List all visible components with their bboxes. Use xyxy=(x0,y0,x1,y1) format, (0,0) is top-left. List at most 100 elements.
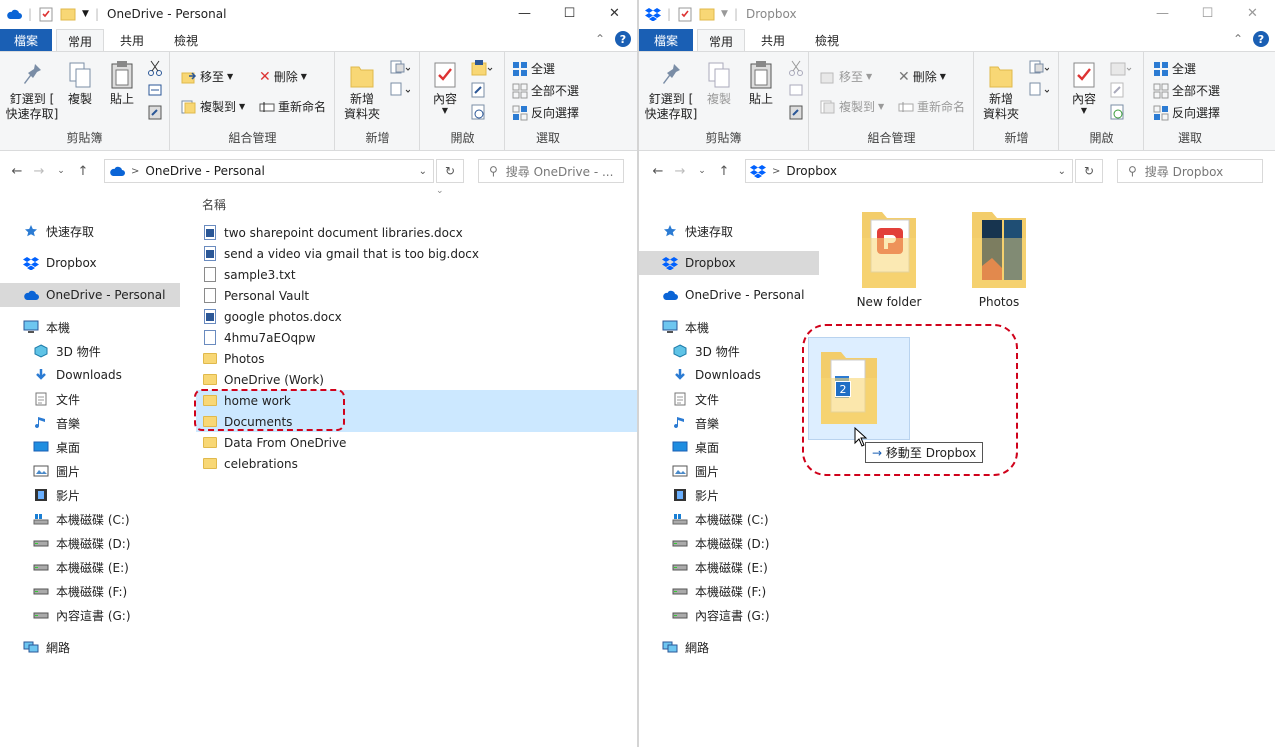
folder-tile[interactable]: Photos xyxy=(949,208,1049,309)
address-dropdown-icon[interactable]: ⌄ xyxy=(1058,166,1066,177)
nav-item[interactable]: 內容這書 (G:) xyxy=(639,603,819,627)
copy-to-button[interactable]: 複製到 ▼ xyxy=(820,98,884,115)
nav-item[interactable]: 本機磁碟 (F:) xyxy=(0,579,180,603)
nav-item[interactable]: 本機磁碟 (C:) xyxy=(639,507,819,531)
invert-selection-button[interactable]: 反向選擇 xyxy=(1153,104,1220,121)
new-folder-button[interactable]: 新增 資料夾 xyxy=(340,58,384,122)
up-button[interactable]: ↑ xyxy=(713,164,735,179)
copy-to-button[interactable]: 複製到 ▼ xyxy=(181,98,245,115)
minimize-button[interactable]: — xyxy=(1140,0,1185,27)
nav-item[interactable]: 桌面 xyxy=(639,435,819,459)
easy-access-icon[interactable] xyxy=(390,82,410,98)
file-row[interactable]: 4hmu7aEOqpw xyxy=(196,327,637,348)
properties-button[interactable]: 內容 ▼ xyxy=(1064,58,1104,115)
file-row[interactable]: sample3.txt xyxy=(196,264,637,285)
rename-button[interactable]: 重新命名 xyxy=(898,98,965,115)
file-row[interactable]: Personal Vault xyxy=(196,285,637,306)
minimize-button[interactable]: — xyxy=(502,0,547,27)
copy-path-icon[interactable] xyxy=(789,84,803,96)
nav-item[interactable]: 快速存取 xyxy=(639,219,819,243)
nav-item[interactable]: 音樂 xyxy=(639,411,819,435)
back-button[interactable]: ← xyxy=(6,164,28,179)
select-all-button[interactable]: 全選 xyxy=(1153,60,1196,77)
new-item-icon[interactable] xyxy=(390,60,410,76)
address-dropdown-icon[interactable]: ⌄ xyxy=(419,166,427,177)
history-icon[interactable] xyxy=(1110,104,1124,120)
tab-view[interactable]: 檢視 xyxy=(803,29,851,51)
file-row[interactable]: google photos.docx xyxy=(196,306,637,327)
address-bar[interactable]: > Dropbox ⌄ xyxy=(745,159,1073,183)
close-button[interactable]: ✕ xyxy=(1230,0,1275,27)
nav-item[interactable]: 3D 物件 xyxy=(0,339,180,363)
nav-item[interactable]: 圖片 xyxy=(639,459,819,483)
tab-home[interactable]: 常用 xyxy=(697,29,745,52)
collapse-ribbon-icon[interactable]: ⌃ xyxy=(1233,32,1243,46)
tab-file[interactable]: 檔案 xyxy=(639,29,693,51)
paste-shortcut-icon[interactable] xyxy=(148,104,162,120)
nav-item[interactable]: 本機磁碟 (C:) xyxy=(0,507,180,531)
nav-item[interactable]: 內容這書 (G:) xyxy=(0,603,180,627)
address-bar[interactable]: > OneDrive - Personal ⌄ xyxy=(104,159,434,183)
help-icon[interactable]: ? xyxy=(615,31,631,47)
properties-button[interactable]: 內容 ▼ xyxy=(425,58,465,115)
select-none-button[interactable]: 全部不選 xyxy=(1153,82,1220,99)
delete-button[interactable]: ✕ 刪除 ▼ xyxy=(898,68,946,85)
file-row[interactable]: celebrations xyxy=(196,453,637,474)
nav-item[interactable]: Downloads xyxy=(639,363,819,387)
nav-item[interactable]: 本機磁碟 (F:) xyxy=(639,579,819,603)
file-row[interactable]: Data From OneDrive xyxy=(196,432,637,453)
nav-item[interactable]: 影片 xyxy=(0,483,180,507)
nav-item[interactable]: 網路 xyxy=(639,635,819,659)
new-item-icon[interactable] xyxy=(1029,60,1049,76)
move-to-button[interactable]: 移至 ▼ xyxy=(181,68,233,85)
nav-item[interactable]: 快速存取 xyxy=(0,219,180,243)
edit-icon[interactable] xyxy=(471,82,485,98)
tab-share[interactable]: 共用 xyxy=(110,29,154,51)
nav-item[interactable]: 文件 xyxy=(639,387,819,411)
nav-item[interactable]: 3D 物件 xyxy=(639,339,819,363)
tab-file[interactable]: 檔案 xyxy=(0,29,52,51)
collapse-ribbon-icon[interactable]: ⌃ xyxy=(595,32,605,46)
tab-view[interactable]: 檢視 xyxy=(162,29,210,51)
quick-access-dropdown-icon[interactable]: ▼ xyxy=(82,9,89,19)
nav-item[interactable]: Dropbox xyxy=(639,251,819,275)
nav-item[interactable]: 影片 xyxy=(639,483,819,507)
open-icon[interactable] xyxy=(1110,60,1132,76)
nav-item[interactable]: 本機磁碟 (D:) xyxy=(0,531,180,555)
new-folder-quick-icon[interactable] xyxy=(60,7,76,21)
nav-item[interactable]: 圖片 xyxy=(0,459,180,483)
nav-item[interactable]: 本機 xyxy=(0,315,180,339)
paste-shortcut-icon[interactable] xyxy=(789,104,803,120)
quick-access-dropdown-icon[interactable]: ▼ xyxy=(721,9,728,19)
forward-button[interactable]: → xyxy=(28,164,50,179)
nav-item[interactable]: 本機磁碟 (D:) xyxy=(639,531,819,555)
nav-item[interactable]: 網路 xyxy=(0,635,180,659)
cut-icon[interactable] xyxy=(148,60,162,76)
pin-quick-access-button[interactable]: 釘選到 [ 快速存取] xyxy=(4,58,60,122)
new-folder-quick-icon[interactable] xyxy=(699,7,715,21)
rename-button[interactable]: 重新命名 xyxy=(259,98,326,115)
forward-button[interactable]: → xyxy=(669,164,691,179)
pin-quick-access-button[interactable]: 釘選到 [ 快速存取] xyxy=(643,58,699,122)
nav-item[interactable]: 桌面 xyxy=(0,435,180,459)
nav-item[interactable]: 本機磁碟 (E:) xyxy=(0,555,180,579)
paste-button[interactable]: 貼上 xyxy=(743,58,779,107)
properties-quick-icon[interactable] xyxy=(677,6,693,22)
delete-button[interactable]: ✕ 刪除 ▼ xyxy=(259,68,307,85)
move-to-button[interactable]: 移至 ▼ xyxy=(820,68,872,85)
nav-item[interactable]: Downloads xyxy=(0,363,180,387)
file-row[interactable]: two sharepoint document libraries.docx xyxy=(196,222,637,243)
recent-dropdown-icon[interactable]: ⌄ xyxy=(50,166,72,176)
easy-access-icon[interactable] xyxy=(1029,82,1049,98)
back-button[interactable]: ← xyxy=(647,164,669,179)
search-input[interactable]: ⚲ 搜尋 OneDrive - ... xyxy=(478,159,624,183)
maximize-button[interactable]: ☐ xyxy=(547,0,592,27)
open-icon[interactable] xyxy=(471,60,493,76)
select-none-button[interactable]: 全部不選 xyxy=(512,82,579,99)
nav-item[interactable]: 本機磁碟 (E:) xyxy=(639,555,819,579)
up-button[interactable]: ↑ xyxy=(72,164,94,179)
edit-icon[interactable] xyxy=(1110,82,1124,98)
copy-path-icon[interactable] xyxy=(148,84,162,96)
invert-selection-button[interactable]: 反向選擇 xyxy=(512,104,579,121)
nav-item[interactable]: Dropbox xyxy=(0,251,180,275)
